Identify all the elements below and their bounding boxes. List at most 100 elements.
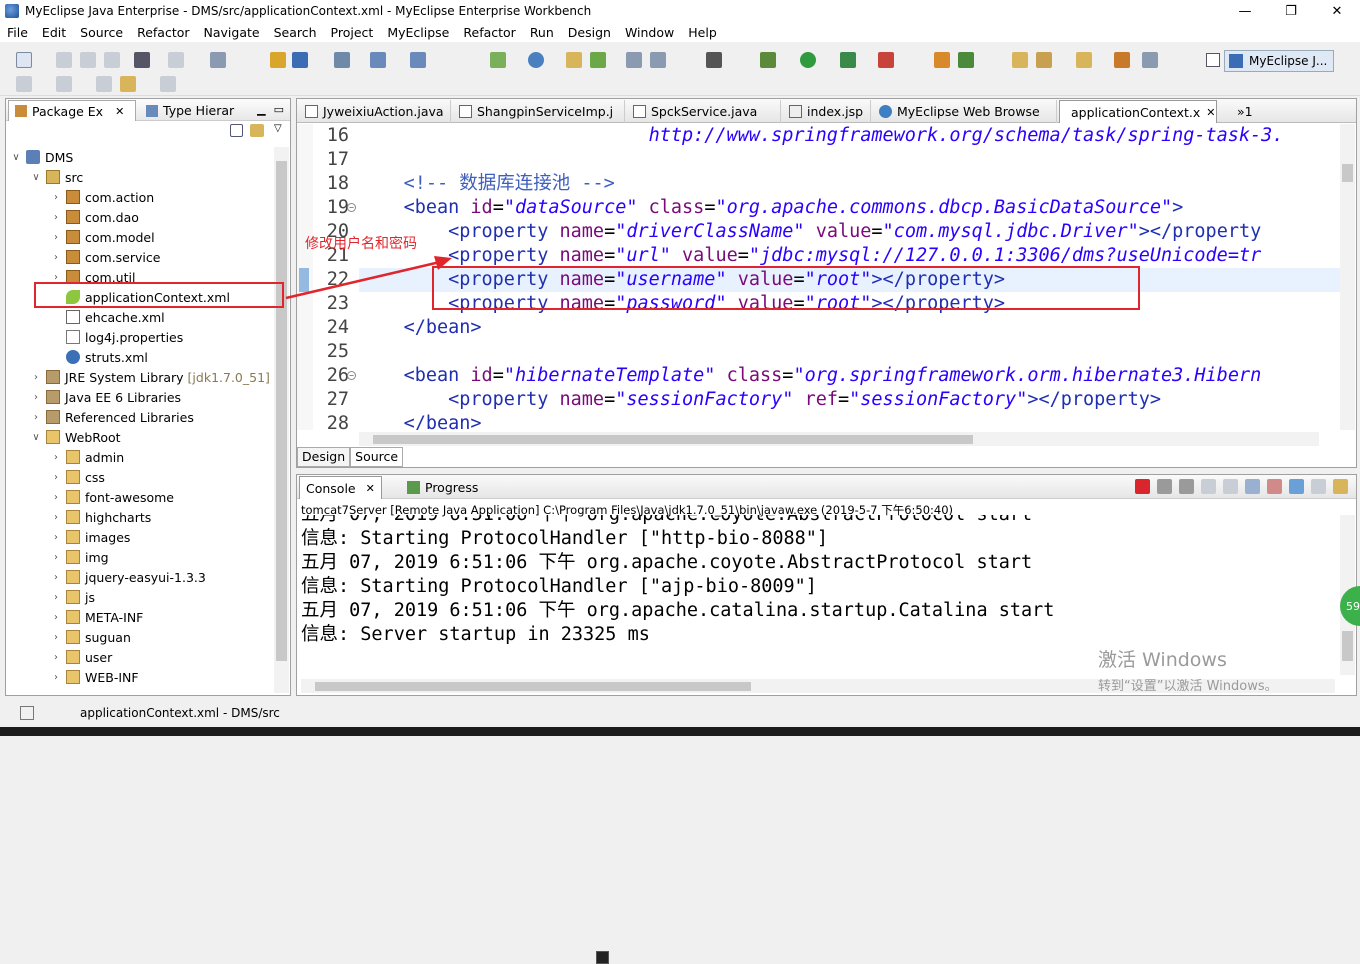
- close-icon[interactable]: ✕: [366, 482, 375, 495]
- wizard-icon[interactable]: [410, 52, 426, 68]
- chevron-right-icon[interactable]: ›: [50, 492, 62, 503]
- menu-help[interactable]: Help: [681, 25, 724, 40]
- tree-item[interactable]: › WEB-INF: [50, 667, 139, 687]
- prev-annotation-icon[interactable]: [56, 76, 72, 92]
- tree-item[interactable]: › JRE System Library [jdk1.7.0_51]: [30, 367, 270, 387]
- chevron-down-icon[interactable]: ∨: [30, 172, 42, 183]
- chevron-right-icon[interactable]: ›: [50, 252, 62, 263]
- chevron-down-icon[interactable]: ∨: [10, 152, 22, 163]
- show-on-stderr-icon[interactable]: [1267, 479, 1282, 494]
- menu-edit[interactable]: Edit: [35, 25, 73, 40]
- menu-source[interactable]: Source: [73, 25, 130, 40]
- perspective-switcher[interactable]: MyEclipse J...: [1224, 50, 1334, 72]
- chevron-right-icon[interactable]: ›: [50, 512, 62, 523]
- remove-launch-icon[interactable]: [1157, 479, 1172, 494]
- pin-console-icon[interactable]: [1289, 479, 1304, 494]
- build-icon[interactable]: [934, 52, 950, 68]
- maximize-button[interactable]: ❐: [1268, 0, 1314, 22]
- close-icon[interactable]: ✕: [115, 105, 124, 118]
- back-icon[interactable]: [120, 76, 136, 92]
- chevron-right-icon[interactable]: ›: [50, 552, 62, 563]
- chevron-right-icon[interactable]: ›: [50, 272, 62, 283]
- chevron-right-icon[interactable]: ›: [50, 532, 62, 543]
- tab-design[interactable]: Design: [297, 447, 351, 467]
- sync-icon[interactable]: [1142, 52, 1158, 68]
- chevron-right-icon[interactable]: ›: [50, 612, 62, 623]
- run-config-icon[interactable]: [840, 52, 856, 68]
- debug-icon[interactable]: [760, 52, 776, 68]
- menu-navigate[interactable]: Navigate: [197, 25, 267, 40]
- save-all-icon[interactable]: [80, 52, 96, 68]
- editor-horizontal-scrollbar[interactable]: [359, 432, 1319, 446]
- new-class-icon[interactable]: [490, 52, 506, 68]
- tree-item[interactable]: struts.xml: [50, 347, 148, 367]
- chevron-right-icon[interactable]: ›: [30, 412, 42, 423]
- clear-console-icon[interactable]: [1201, 479, 1216, 494]
- refresh-icon[interactable]: [590, 52, 606, 68]
- open-console-icon[interactable]: [1333, 479, 1348, 494]
- external-tools-icon[interactable]: [878, 52, 894, 68]
- chevron-right-icon[interactable]: ›: [50, 572, 62, 583]
- editor-tab[interactable]: ShangpinServiceImp.j: [453, 100, 625, 123]
- chevron-right-icon[interactable]: ›: [30, 392, 42, 403]
- tree-item[interactable]: › Referenced Libraries: [30, 407, 194, 427]
- deploy-icon[interactable]: [270, 52, 286, 68]
- cycle-icon[interactable]: [958, 52, 974, 68]
- tree-item[interactable]: › js: [50, 587, 95, 607]
- close-button[interactable]: ✕: [1314, 0, 1360, 22]
- tab-progress[interactable]: Progress: [401, 476, 484, 499]
- tree-item[interactable]: log4j.properties: [50, 327, 183, 347]
- tree-item[interactable]: › com.action: [50, 187, 154, 207]
- chevron-right-icon[interactable]: ›: [50, 192, 62, 203]
- tree-item[interactable]: › jquery-easyui-1.3.3: [50, 567, 206, 587]
- print-icon[interactable]: [104, 52, 120, 68]
- chevron-right-icon[interactable]: ›: [50, 592, 62, 603]
- open-type-icon[interactable]: [1012, 52, 1028, 68]
- collapse-all-icon[interactable]: [230, 124, 243, 137]
- editor-vertical-scrollbar[interactable]: [1340, 124, 1355, 430]
- fold-toggle-icon[interactable]: −: [347, 203, 356, 212]
- tab-console[interactable]: Console ✕: [299, 476, 609, 964]
- new-server-icon[interactable]: [370, 52, 386, 68]
- menu-search[interactable]: Search: [267, 25, 324, 40]
- tree-item[interactable]: › com.dao: [50, 207, 139, 227]
- editor-tabs-overflow[interactable]: »1: [1231, 100, 1259, 123]
- report-icon[interactable]: [650, 52, 666, 68]
- browser-icon[interactable]: [528, 52, 544, 68]
- scroll-lock-icon[interactable]: [1223, 479, 1238, 494]
- annotation-icon[interactable]: [1114, 52, 1130, 68]
- tree-item[interactable]: › images: [50, 527, 130, 547]
- chevron-right-icon[interactable]: ›: [50, 632, 62, 643]
- chevron-right-icon[interactable]: ›: [50, 672, 62, 683]
- menu-file[interactable]: File: [0, 25, 35, 40]
- show-on-stdout-icon[interactable]: [1245, 479, 1260, 494]
- terminal-icon[interactable]: [134, 52, 150, 68]
- tree-item[interactable]: › com.model: [50, 227, 155, 247]
- tree-item[interactable]: › highcharts: [50, 507, 151, 527]
- menu-run[interactable]: Run: [523, 25, 561, 40]
- tree-item[interactable]: ehcache.xml: [50, 307, 165, 327]
- close-icon[interactable]: ✕: [1206, 106, 1215, 119]
- run-icon[interactable]: [800, 52, 816, 68]
- tree-scrollbar[interactable]: [274, 147, 289, 693]
- last-edit-icon[interactable]: [96, 76, 112, 92]
- menu-project[interactable]: Project: [324, 25, 381, 40]
- tree-item[interactable]: › META-INF: [50, 607, 143, 627]
- tree-item[interactable]: ∨ WebRoot: [30, 427, 120, 447]
- menu-design[interactable]: Design: [561, 25, 618, 40]
- open-folder-icon[interactable]: [566, 52, 582, 68]
- editor-tab[interactable]: index.jsp: [783, 100, 871, 123]
- tree-item[interactable]: › font-awesome: [50, 487, 174, 507]
- tree-item[interactable]: ∨ DMS: [10, 147, 73, 167]
- menu-refactor[interactable]: Refactor: [130, 25, 196, 40]
- minimize-button[interactable]: —: [1222, 0, 1268, 22]
- editor-tab[interactable]: MyEclipse Web Browse: [873, 100, 1057, 123]
- tree-item[interactable]: › css: [50, 467, 105, 487]
- pen-icon[interactable]: [1036, 52, 1052, 68]
- folder-open-icon[interactable]: [1076, 52, 1092, 68]
- display-console-icon[interactable]: [1311, 479, 1326, 494]
- remove-all-icon[interactable]: [1179, 479, 1194, 494]
- save-icon[interactable]: [56, 52, 72, 68]
- chevron-right-icon[interactable]: ›: [30, 372, 42, 383]
- fold-toggle-icon[interactable]: −: [347, 371, 356, 380]
